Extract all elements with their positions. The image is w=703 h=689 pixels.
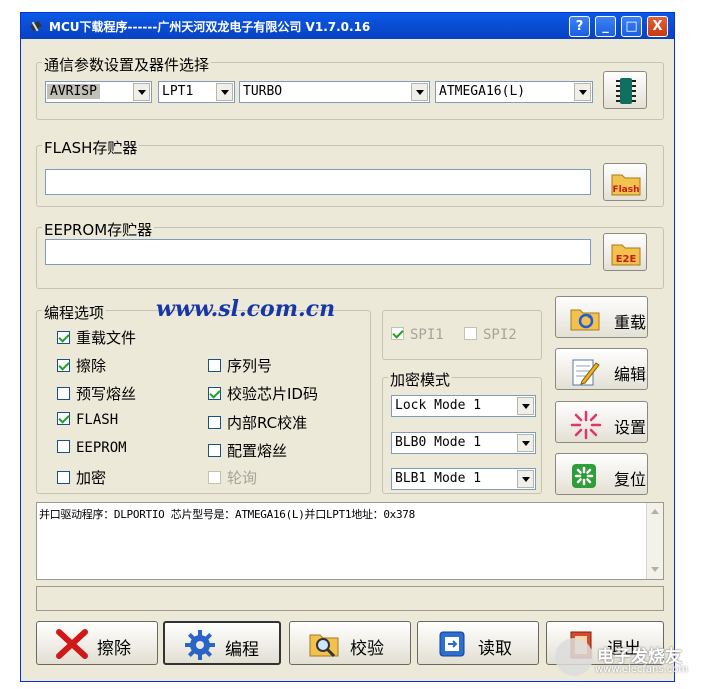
close-button[interactable]: X: [647, 16, 668, 37]
encrypt-legend: 加密模式: [388, 369, 453, 390]
checkbox-serial-number[interactable]: 序列号: [208, 355, 272, 376]
checkbox-spi1: SPI1: [391, 327, 444, 343]
progress-bar: [36, 586, 664, 611]
speed-select[interactable]: TURBO: [239, 81, 430, 103]
folder-reload-icon: [570, 309, 600, 331]
settings-button[interactable]: 设置: [555, 401, 648, 443]
red-x-icon: [56, 629, 88, 659]
checkbox-internal-rc[interactable]: 内部RC校准: [208, 412, 307, 433]
sparkle-settings-icon: [570, 410, 602, 440]
checkbox-erase[interactable]: 擦除: [57, 355, 106, 376]
help-button[interactable]: ?: [569, 16, 590, 37]
status-log[interactable]: 并口驱动程序：DLPORTIO 芯片型号是：ATMEGA16(L)并口LPT1地…: [36, 502, 664, 580]
device-select[interactable]: ATMEGA16(L): [435, 81, 593, 103]
checkbox-verify-chip-id[interactable]: 校验芯片ID码: [208, 383, 318, 404]
checkbox-spi2: SPI2: [464, 327, 517, 343]
chip-icon: [616, 78, 636, 104]
read-chip-icon: [439, 631, 465, 657]
checkbox-polling: 轮询: [208, 467, 257, 488]
edit-button[interactable]: 编辑: [555, 348, 648, 390]
folder-flash-icon: Flash: [611, 174, 641, 196]
scroll-up-icon[interactable]: [648, 505, 662, 519]
reload-button[interactable]: 重载: [555, 296, 648, 338]
checkbox-eeprom[interactable]: EEPROM: [57, 440, 127, 456]
website-url: www.sl.com.cn: [156, 296, 336, 322]
chip-button[interactable]: [603, 71, 647, 109]
minimize-button[interactable]: _: [595, 16, 616, 37]
chevron-down-icon[interactable]: [517, 470, 534, 488]
comm-legend: 通信参数设置及器件选择: [42, 54, 212, 75]
chevron-down-icon[interactable]: [133, 83, 150, 101]
chevron-down-icon[interactable]: [216, 83, 233, 101]
verify-button[interactable]: 校验: [289, 621, 411, 665]
options-legend: 编程选项: [42, 302, 107, 323]
svg-text:E2E: E2E: [616, 254, 637, 265]
checkbox-flash[interactable]: FLASH: [57, 412, 118, 428]
lock-mode-select[interactable]: Lock Mode 1: [391, 395, 536, 417]
eeprom-file-input[interactable]: [45, 239, 591, 265]
chevron-down-icon[interactable]: [517, 434, 534, 452]
flash-legend: FLASH存贮器: [42, 137, 140, 158]
programmer-select[interactable]: AVRISP: [45, 81, 152, 103]
folder-eeprom-icon: E2E: [611, 244, 641, 266]
window-title: MCU下载程序------广州天河双龙电子有限公司 V1.7.0.16: [49, 20, 371, 34]
checkbox-prewrite-fuse[interactable]: 预写熔丝: [57, 383, 136, 404]
flash-file-input[interactable]: [45, 169, 591, 195]
maximize-button[interactable]: □: [621, 16, 642, 37]
watermark: 电子发烧友 www.elecfans.com: [555, 638, 695, 683]
status-message: 并口驱动程序：DLPORTIO 芯片型号是：ATMEGA16(L)并口LPT1地…: [39, 508, 415, 521]
svg-text:Flash: Flash: [612, 185, 639, 195]
port-select[interactable]: LPT1: [158, 81, 235, 103]
app-icon: [30, 20, 42, 32]
chevron-down-icon[interactable]: [517, 397, 534, 415]
blb1-mode-select[interactable]: BLB1 Mode 1: [391, 468, 536, 490]
checkbox-encrypt[interactable]: 加密: [57, 467, 106, 488]
reset-icon: [572, 464, 596, 488]
watermark-logo-icon: [555, 638, 593, 676]
blb0-mode-select[interactable]: BLB0 Mode 1: [391, 432, 536, 454]
checkbox-reload-file[interactable]: 重载文件: [57, 327, 136, 348]
chevron-down-icon[interactable]: [411, 83, 428, 101]
eeprom-open-button[interactable]: E2E: [603, 233, 647, 271]
flash-open-button[interactable]: Flash: [603, 163, 647, 201]
scroll-down-icon[interactable]: [648, 563, 662, 577]
erase-button[interactable]: 擦除: [36, 621, 158, 665]
read-button[interactable]: 读取: [417, 621, 539, 665]
title-bar[interactable]: MCU下载程序------广州天河双龙电子有限公司 V1.7.0.16 ? _ …: [21, 13, 674, 39]
program-button[interactable]: 编程: [163, 621, 281, 665]
eeprom-legend: EEPROM存贮器: [42, 219, 155, 240]
notepad-edit-icon: [572, 359, 600, 386]
gear-icon: [185, 630, 215, 660]
checkbox-config-fuse[interactable]: 配置熔丝: [208, 440, 287, 461]
chevron-down-icon[interactable]: [574, 83, 591, 101]
reset-button[interactable]: 复位: [555, 453, 648, 495]
folder-search-icon: [309, 634, 339, 658]
main-window: MCU下载程序------广州天河双龙电子有限公司 V1.7.0.16 ? _ …: [20, 12, 675, 682]
status-scrollbar[interactable]: [646, 503, 663, 579]
